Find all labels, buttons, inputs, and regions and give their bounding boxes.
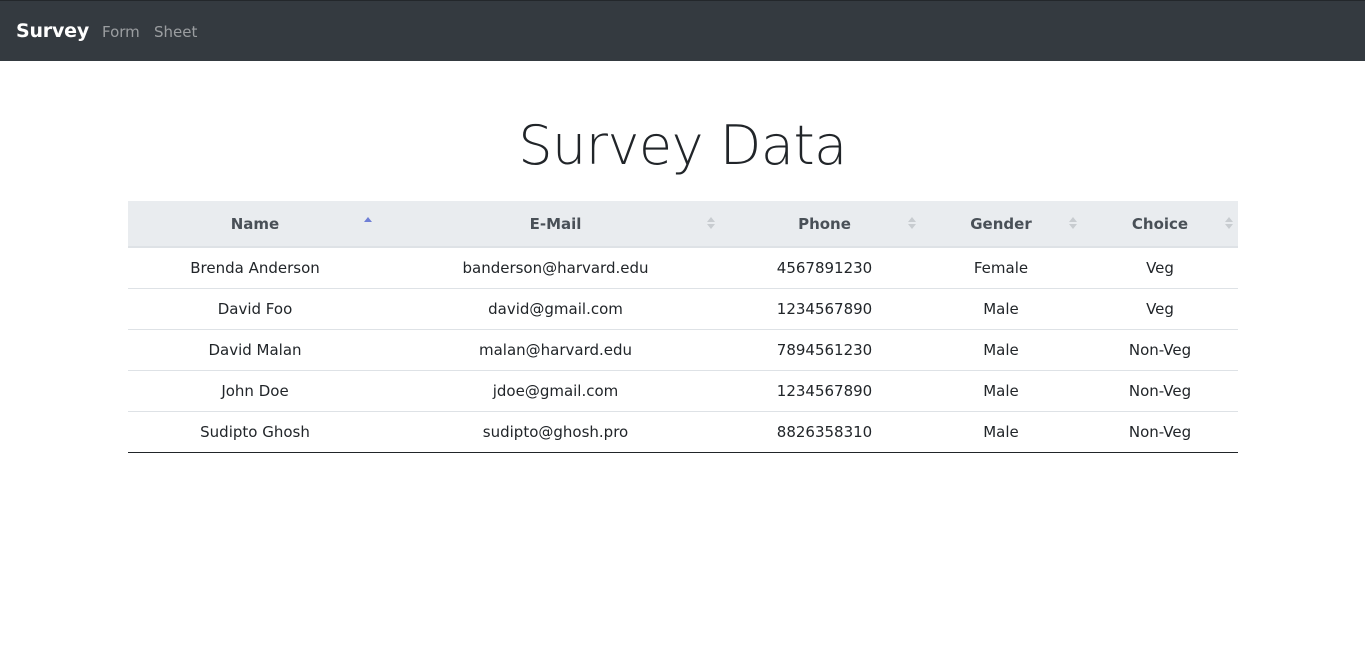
column-header-label: Name (230, 214, 280, 233)
cell-gender: Male (920, 328, 1082, 370)
page-title: Survey Data (518, 114, 847, 177)
table-body: Brenda Anderson banderson@harvard.edu 45… (128, 246, 1238, 453)
cell-choice: Non-Veg (1082, 328, 1238, 370)
cell-choice: Veg (1082, 246, 1238, 288)
column-header-choice[interactable]: Choice (1082, 201, 1238, 248)
column-header-label: Phone (798, 214, 851, 233)
cell-name: Sudipto Ghosh (128, 410, 382, 453)
table-row: John Doe jdoe@gmail.com 1234567890 Male … (128, 369, 1238, 411)
sort-icon (908, 215, 916, 231)
cell-choice: Veg (1082, 287, 1238, 329)
column-header-gender[interactable]: Gender (920, 201, 1082, 248)
column-header-name[interactable]: Name (128, 201, 382, 248)
cell-gender: Male (920, 287, 1082, 329)
cell-gender: Male (920, 369, 1082, 411)
survey-table: Name E-Mail Phone Gender Choice Brenda A… (128, 201, 1238, 453)
table-row: Sudipto Ghosh sudipto@ghosh.pro 88263583… (128, 410, 1238, 453)
cell-phone: 8826358310 (729, 410, 920, 453)
cell-name: John Doe (128, 369, 382, 411)
cell-choice: Non-Veg (1082, 410, 1238, 453)
column-header-label: Gender (970, 214, 1032, 233)
cell-gender: Female (920, 246, 1082, 288)
cell-phone: 1234567890 (729, 287, 920, 329)
cell-name: David Malan (128, 328, 382, 370)
nav-link-sheet[interactable]: Sheet (154, 22, 197, 42)
cell-email: jdoe@gmail.com (382, 369, 729, 411)
table-header: Name E-Mail Phone Gender Choice (128, 201, 1238, 248)
cell-email: sudipto@ghosh.pro (382, 410, 729, 453)
column-header-email[interactable]: E-Mail (382, 201, 729, 248)
cell-phone: 1234567890 (729, 369, 920, 411)
cell-choice: Non-Veg (1082, 369, 1238, 411)
cell-gender: Male (920, 410, 1082, 453)
column-header-label: E-Mail (529, 214, 582, 233)
table-row: David Foo david@gmail.com 1234567890 Mal… (128, 287, 1238, 329)
cell-name: David Foo (128, 287, 382, 329)
table-row: David Malan malan@harvard.edu 7894561230… (128, 328, 1238, 370)
sort-icon (707, 215, 715, 231)
top-navbar: Survey Form Sheet (0, 0, 1365, 61)
cell-email: malan@harvard.edu (382, 328, 729, 370)
table-row: Brenda Anderson banderson@harvard.edu 45… (128, 246, 1238, 288)
sort-icon (1069, 215, 1077, 231)
sort-icon (1225, 215, 1233, 231)
column-header-phone[interactable]: Phone (729, 201, 920, 248)
cell-email: banderson@harvard.edu (382, 246, 729, 288)
cell-phone: 7894561230 (729, 328, 920, 370)
brand-link[interactable]: Survey (16, 19, 89, 43)
cell-phone: 4567891230 (729, 246, 920, 288)
cell-name: Brenda Anderson (128, 246, 382, 288)
cell-email: david@gmail.com (382, 287, 729, 329)
nav-link-form[interactable]: Form (102, 22, 140, 42)
sort-ascending-icon (364, 215, 372, 231)
column-header-label: Choice (1131, 214, 1189, 233)
